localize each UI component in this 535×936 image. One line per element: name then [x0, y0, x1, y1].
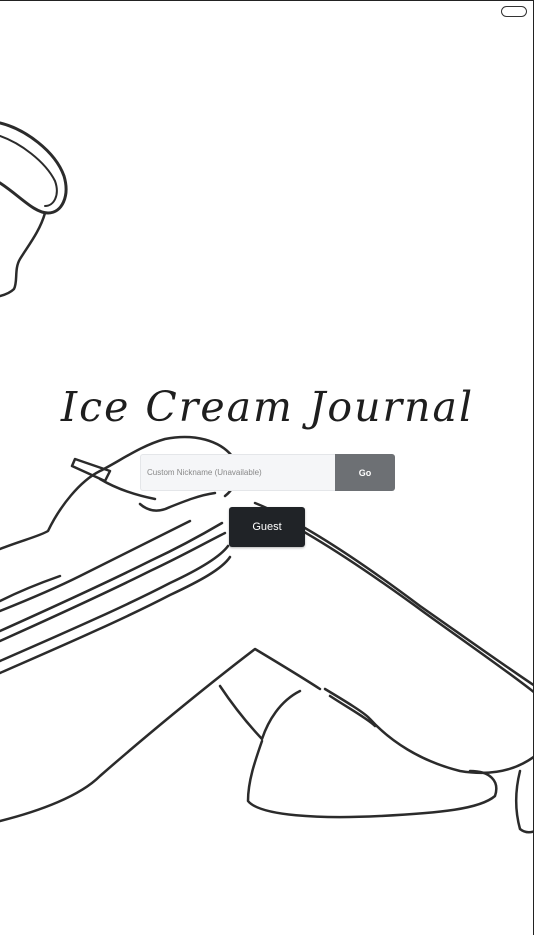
- finger-2: [138, 491, 217, 512]
- face-outline: [0, 211, 47, 298]
- shoe-right: [515, 769, 533, 834]
- page-title: Ice Cream Journal: [60, 383, 475, 431]
- leg-right-2: [328, 694, 377, 728]
- leg-left-inner: [218, 684, 302, 741]
- cap-inner: [0, 135, 58, 207]
- board-bottom: [0, 544, 230, 663]
- nickname-form: Go: [140, 454, 395, 491]
- app-window: Ice Cream Journal Go Guest: [0, 0, 534, 935]
- window-control-pill[interactable]: [501, 6, 527, 17]
- cap-outline: [0, 121, 68, 215]
- leg-left: [0, 647, 322, 823]
- nickname-input[interactable]: [140, 454, 335, 491]
- leg-right: [323, 687, 533, 775]
- guest-button[interactable]: Guest: [229, 507, 305, 547]
- go-button[interactable]: Go: [335, 454, 395, 491]
- board-top: [0, 521, 224, 633]
- shoe-left: [246, 739, 498, 819]
